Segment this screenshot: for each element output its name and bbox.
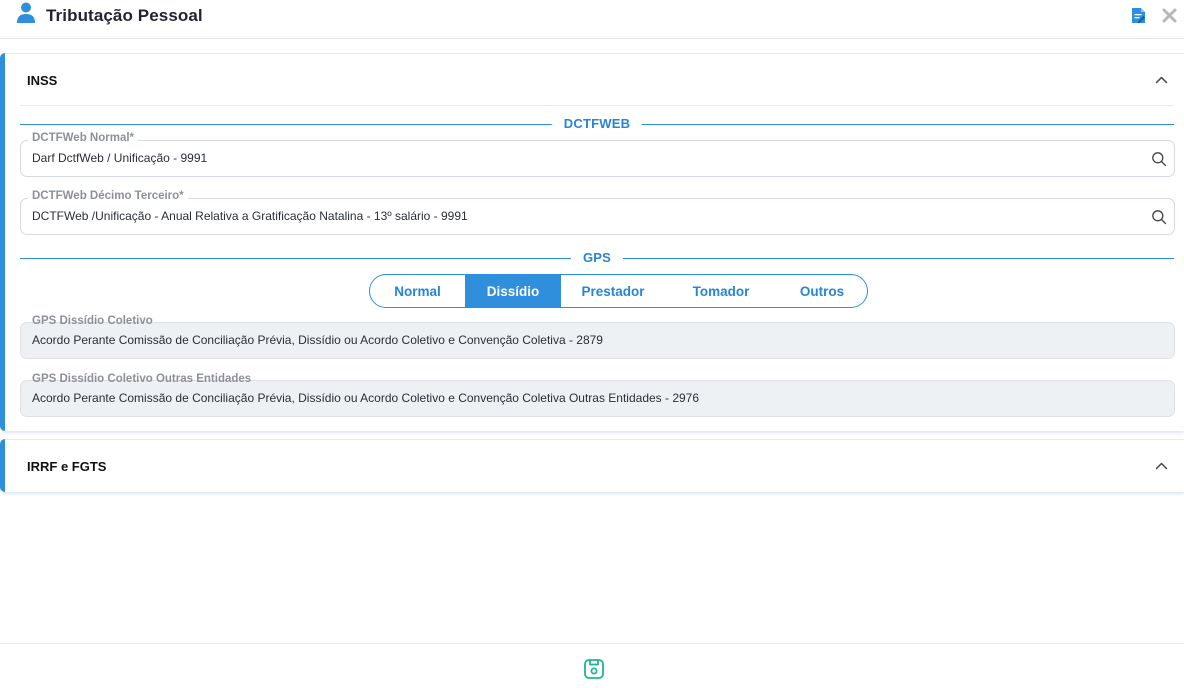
tab-dissidio[interactable]: Dissídio [465,275,561,307]
dctfweb-decimo-terceiro-field[interactable]: DCTFWeb Décimo Terceiro* DCTFWeb /Unific… [20,190,1175,235]
search-icon[interactable] [1151,209,1167,225]
irrf-fgts-panel: IRRF e FGTS [0,439,1184,492]
save-icon[interactable] [583,658,605,680]
inss-panel: INSS DCTFWEB DCTFWeb Normal* Darf DctfWe… [0,53,1184,431]
inss-panel-title[interactable]: INSS [27,73,57,88]
gps-tabs: Normal Dissídio Prestador Tomador Outros [369,274,868,308]
modal-footer [0,643,1184,688]
gps-dissidio-coletivo-field: GPS Dissídio Coletivo Acordo Perante Com… [20,315,1175,359]
field-value: Acordo Perante Comissão de Conciliação P… [32,333,603,347]
field-value: Darf DctfWeb / Unificação - 9991 [32,151,208,165]
field-value: Acordo Perante Comissão de Conciliação P… [32,391,700,405]
section-title-dctfweb: DCTFWEB [551,116,643,131]
modal-header: Tributação Pessoal [0,0,1184,39]
chevron-up-icon[interactable] [1155,75,1168,84]
document-edit-icon[interactable] [1131,7,1146,24]
dctfweb-normal-field[interactable]: DCTFWeb Normal* Darf DctfWeb / Unificaçã… [20,132,1175,177]
field-label: DCTFWeb Décimo Terceiro* [28,190,188,202]
search-icon[interactable] [1151,151,1167,167]
field-label: DCTFWeb Normal* [28,132,139,144]
tab-prestador[interactable]: Prestador [561,275,665,307]
chevron-up-icon[interactable] [1155,461,1168,470]
panel-divider [20,105,1174,106]
tab-outros[interactable]: Outros [777,275,867,307]
gps-dissidio-outras-entidades-field: GPS Dissídio Coletivo Outras Entidades A… [20,373,1175,417]
field-label: GPS Dissídio Coletivo [32,315,153,327]
tab-tomador[interactable]: Tomador [665,275,777,307]
tab-normal[interactable]: Normal [370,275,465,307]
section-title-gps: GPS [570,250,624,265]
irrf-fgts-panel-title[interactable]: IRRF e FGTS [27,459,106,474]
user-icon [17,2,35,23]
close-icon[interactable] [1161,7,1178,24]
page-title: Tributação Pessoal [46,6,203,25]
field-value: DCTFWeb /Unificação - Anual Relativa a G… [32,209,468,223]
field-label: GPS Dissídio Coletivo Outras Entidades [32,373,252,385]
